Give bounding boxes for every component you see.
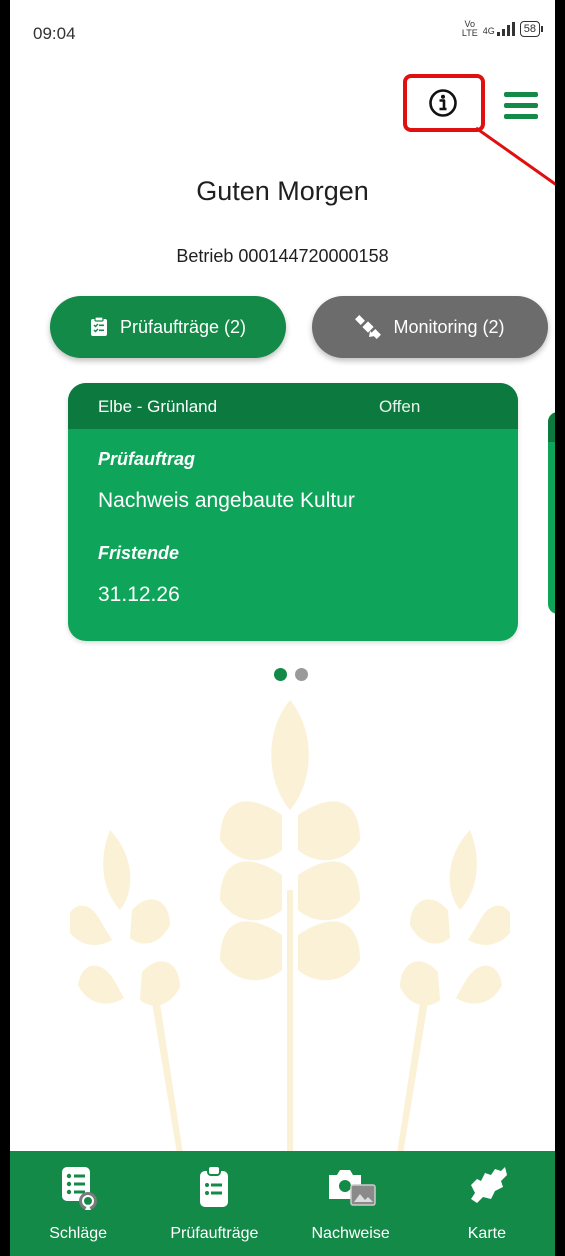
info-button[interactable]: [428, 88, 458, 118]
volte-indicator: Vo LTE: [461, 19, 478, 38]
card-deadline-label: Fristende: [98, 543, 180, 563]
pager-dot-active[interactable]: [274, 668, 287, 681]
chip-monitoring[interactable]: Monitoring (2): [312, 296, 548, 358]
nav-schlaege-label: Schläge: [49, 1225, 108, 1242]
chip-pruefauftraege-label: Prüfaufträge (2): [119, 316, 247, 337]
card-header: Elbe - Grünland Offen: [68, 383, 518, 429]
satellite-icon: [355, 315, 382, 339]
card-status: Offen: [379, 397, 421, 416]
hamburger-menu-icon: [504, 92, 538, 97]
status-bar: 09:04 Vo LTE 4G 58: [10, 0, 555, 64]
chip-pruefauftraege[interactable]: Prüfaufträge (2): [50, 296, 286, 358]
map-region-icon: [470, 1167, 507, 1203]
camera-gallery-icon: [328, 1170, 376, 1206]
info-icon: [429, 89, 457, 117]
signal-indicator: 4G: [483, 22, 515, 36]
clipboard-checklist-icon: [90, 317, 107, 336]
pager-dot[interactable]: [295, 668, 308, 681]
nav-karte[interactable]: Karte: [419, 1151, 555, 1256]
next-card-peek[interactable]: [548, 412, 555, 614]
chip-monitoring-label: Monitoring (2): [393, 316, 505, 337]
farm-id-label: Betrieb 000144720000158: [176, 246, 389, 266]
card-location: Elbe - Grünland: [98, 397, 218, 416]
nav-nachweise-label: Nachweise: [311, 1225, 390, 1242]
fields-list-icon: [62, 1167, 98, 1210]
nav-pruefauftraege[interactable]: Prüfaufträge: [146, 1151, 282, 1256]
battery-icon: 58: [519, 21, 543, 37]
battery-level: 58: [519, 21, 540, 37]
network-type-label: 4G: [482, 26, 495, 36]
status-time: 09:04: [33, 24, 76, 43]
nav-pruefauftraege-label: Prüfaufträge: [170, 1225, 259, 1242]
card-type-value: Nachweis angebaute Kultur: [98, 489, 355, 512]
card-type-label: Prüfauftrag: [98, 449, 196, 469]
wheat-illustration: [70, 700, 510, 1160]
menu-button[interactable]: [504, 92, 538, 120]
nav-schlaege[interactable]: Schläge: [10, 1151, 146, 1256]
bottom-navigation: Schläge Prüfaufträge Nachweise Karte: [10, 1151, 555, 1256]
nav-nachweise[interactable]: Nachweise: [283, 1151, 419, 1256]
status-icons: Vo LTE 4G 58: [462, 20, 543, 38]
clipboard-icon: [200, 1165, 229, 1207]
greeting-title: Guten Morgen: [196, 176, 369, 206]
app-screen: 09:04 Vo LTE 4G 58 Guten Morgen Betrieb …: [10, 0, 555, 1256]
task-card[interactable]: Elbe - Grünland Offen Prüfauftrag Nachwe…: [68, 383, 518, 641]
carousel-pager: [274, 668, 308, 681]
card-deadline-value: 31.12.26: [98, 583, 180, 606]
signal-bars-icon: [496, 22, 515, 36]
nav-karte-label: Karte: [467, 1225, 506, 1242]
